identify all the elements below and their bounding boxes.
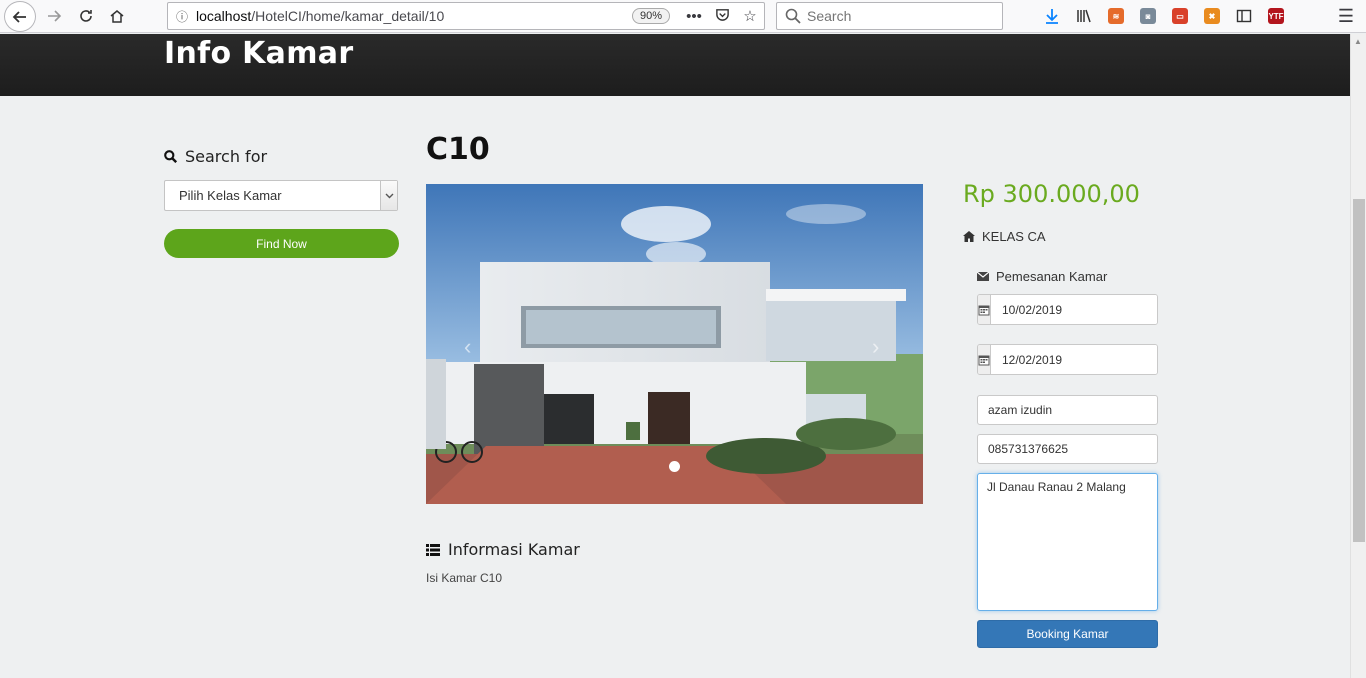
carousel-indicator[interactable] (669, 461, 680, 472)
guest-name-input[interactable] (977, 395, 1158, 425)
sidebar-toggle-icon[interactable] (1232, 5, 1256, 27)
page-title: Info Kamar (164, 36, 354, 71)
list-icon (426, 543, 440, 556)
back-arrow-icon (12, 10, 26, 23)
pocket-icon[interactable] (708, 7, 736, 26)
reload-button[interactable] (72, 3, 100, 29)
checkout-date-input[interactable] (991, 345, 1157, 374)
address-textarea[interactable]: Jl Danau Ranau 2 Malang (977, 473, 1158, 611)
url-bar[interactable]: ⓘ localhost/HotelCI/home/kamar_detail/10… (167, 2, 765, 30)
bookmark-star-icon[interactable]: ☆ (736, 7, 764, 25)
search-icon (785, 8, 801, 24)
checkin-date-group[interactable] (977, 294, 1158, 325)
extension-ytf-icon[interactable]: YTF (1264, 5, 1288, 27)
search-icon (164, 150, 177, 163)
search-heading-label: Search for (185, 147, 268, 166)
browser-search-box[interactable] (776, 2, 1003, 30)
room-class-label: KELAS CA (963, 229, 1046, 244)
downloads-icon[interactable] (1040, 5, 1064, 27)
page-actions-icon[interactable]: ••• (680, 8, 708, 25)
hamburger-menu-icon[interactable]: ☰ (1334, 4, 1358, 28)
site-info-icon[interactable]: ⓘ (168, 8, 196, 25)
home-icon (110, 10, 124, 23)
url-text[interactable]: localhost/HotelCI/home/kamar_detail/10 (196, 8, 632, 24)
forward-button[interactable] (40, 3, 68, 29)
calendar-icon[interactable] (978, 345, 991, 374)
checkout-date-group[interactable] (977, 344, 1158, 375)
room-class-select[interactable]: Pilih Kelas Kamar (164, 180, 398, 211)
browser-toolbar: ⓘ localhost/HotelCI/home/kamar_detail/10… (0, 0, 1366, 33)
toolbar-icons: ≋ ◙ ▭ ✖ YTF (1040, 5, 1288, 27)
home-button[interactable] (103, 3, 131, 29)
url-host: localhost (196, 8, 252, 24)
booking-form-heading-label: Pemesanan Kamar (996, 269, 1108, 284)
page-scrollbar[interactable]: ▲ (1350, 34, 1366, 678)
extension-red-icon[interactable]: ▭ (1168, 5, 1192, 27)
carousel-next-icon[interactable]: › (872, 334, 879, 360)
phone-input[interactable] (977, 434, 1158, 464)
browser-search-input[interactable] (807, 8, 987, 24)
page-viewport: Info Kamar Search for Pilih Kelas Kamar … (0, 34, 1350, 678)
extension-tools-icon[interactable]: ✖ (1200, 5, 1224, 27)
room-class-text: KELAS CA (982, 229, 1046, 244)
room-info-heading: Informasi Kamar (426, 540, 580, 559)
zoom-level-badge[interactable]: 90% (631, 8, 670, 24)
search-heading: Search for (164, 147, 267, 166)
room-title: C10 (426, 132, 490, 167)
room-photo (426, 184, 923, 504)
calendar-icon[interactable] (978, 295, 991, 324)
room-image-carousel[interactable]: ‹ › (426, 184, 923, 504)
scroll-up-icon[interactable]: ▲ (1354, 37, 1362, 46)
scrollbar-thumb[interactable] (1353, 199, 1365, 542)
chevron-down-icon[interactable] (380, 181, 397, 210)
carousel-prev-icon[interactable]: ‹ (464, 334, 471, 360)
home-icon (963, 231, 975, 242)
room-price: Rp 300.000,00 (963, 180, 1140, 208)
envelope-icon (977, 272, 989, 281)
forward-arrow-icon (48, 10, 62, 22)
room-info-heading-label: Informasi Kamar (448, 540, 580, 559)
booking-form-heading: Pemesanan Kamar (977, 269, 1107, 284)
library-icon[interactable] (1072, 5, 1096, 27)
extension-feed-icon[interactable]: ≋ (1104, 5, 1128, 27)
checkin-date-input[interactable] (991, 295, 1157, 324)
room-class-select-value: Pilih Kelas Kamar (179, 188, 282, 203)
url-path: /HotelCI/home/kamar_detail/10 (251, 8, 445, 24)
back-button[interactable] (4, 1, 36, 32)
reload-icon (80, 10, 92, 22)
room-info-text: Isi Kamar C10 (426, 571, 503, 585)
extension-screenshot-icon[interactable]: ◙ (1136, 5, 1160, 27)
page-header-band: Info Kamar (0, 34, 1350, 96)
find-now-button[interactable]: Find Now (164, 229, 399, 258)
booking-submit-button[interactable]: Booking Kamar (977, 620, 1158, 648)
